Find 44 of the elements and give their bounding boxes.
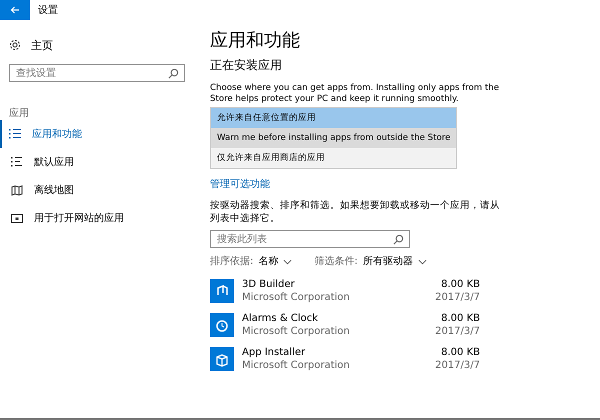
page-title: 应用和功能 <box>210 30 301 52</box>
sidebar-item[interactable]: 默认应用 <box>0 148 198 176</box>
dropdown-option[interactable]: Warn me before installing apps from outside the Store <box>211 128 456 148</box>
search-field[interactable]: 查找设置 <box>9 64 185 82</box>
app-size: 8.00 KB <box>441 278 480 291</box>
section-heading: 应用 <box>8 106 30 120</box>
box-icon <box>210 347 234 371</box>
search-icon <box>168 68 179 79</box>
list-icon <box>11 156 23 168</box>
app-date: 2017/3/7 <box>435 325 480 338</box>
settings-icon <box>9 39 21 51</box>
sidebar-item[interactable]: 应用和功能 <box>0 120 198 148</box>
back-button[interactable] <box>0 0 30 20</box>
chevron-icon <box>283 259 292 265</box>
alarm-clock-icon <box>210 313 234 337</box>
sort-dropdown[interactable]: 排序依据: 名称 <box>210 256 292 268</box>
filter-dropdown[interactable]: 筛选条件: 所有驱动器 <box>314 256 427 268</box>
app-name: App Installer <box>242 346 306 359</box>
map-icon <box>11 184 23 196</box>
sidebar-item[interactable]: 离线地图 <box>0 176 198 204</box>
list-icon <box>9 128 21 140</box>
description: Choose where you can get apps from. Installing only apps from the Store helps protect your PC and keep it running smoothly. <box>210 83 500 105</box>
chevron-icon <box>418 259 427 265</box>
app-size: 8.00 KB <box>441 312 480 325</box>
list-description: 按驱动器搜索、排序和筛选。如果想要卸载或移动一个应用，请从列表中选择它。 <box>210 199 500 225</box>
app-publisher: Microsoft Corporation <box>242 325 351 338</box>
app-publisher: Microsoft Corporation <box>242 359 351 372</box>
back-arrow-icon <box>10 6 20 14</box>
manage-link[interactable]: 管理可选功能 <box>210 179 490 191</box>
section-title: 正在安装应用 <box>210 58 283 73</box>
search-icon <box>393 234 404 245</box>
dropdown-option[interactable]: 允许来自任意位置的应用 <box>211 108 456 128</box>
home-link[interactable]: 主页 <box>0 36 198 54</box>
app-name: Alarms & Clock <box>242 312 319 325</box>
app-date: 2017/3/7 <box>435 291 480 304</box>
app-date: 2017/3/7 <box>435 359 480 372</box>
window-title: 设置 <box>38 4 58 17</box>
dropdown-option[interactable]: 仅允许来自应用商店的应用 <box>211 148 456 168</box>
window-icon <box>11 212 23 224</box>
list-search-field[interactable]: 搜索此列表 <box>210 230 410 248</box>
app-publisher: Microsoft Corporation <box>242 291 351 304</box>
app-name: 3D Builder <box>242 278 296 291</box>
sidebar-item[interactable]: 用于打开网站的应用 <box>0 204 198 232</box>
app-size: 8.00 KB <box>441 346 480 359</box>
